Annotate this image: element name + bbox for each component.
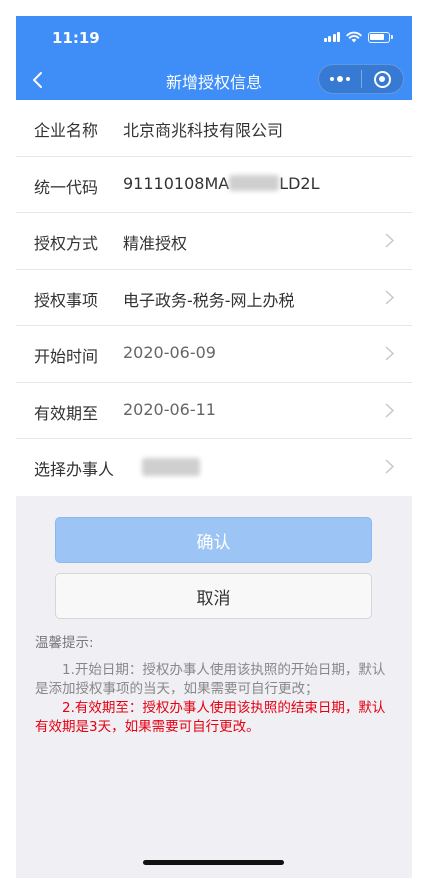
home-indicator bbox=[143, 860, 284, 865]
cancel-button[interactable]: 取消 bbox=[55, 573, 372, 619]
row-auth-method[interactable]: 授权方式 精准授权 bbox=[16, 213, 412, 270]
target-circle-icon bbox=[373, 70, 391, 88]
tip-expiry-date: 2.有效期至：授权办事人使用该执照的结束日期，默认有效期是3天，如果需要可自行更… bbox=[35, 700, 386, 735]
chevron-right-icon bbox=[385, 346, 394, 361]
more-button[interactable] bbox=[319, 65, 361, 93]
phone-screen: 11:19 新增授权信息 企业名称 北京商兆科技有限公司 统一代码 911101… bbox=[16, 16, 412, 878]
chevron-left-icon bbox=[33, 72, 42, 88]
auth-matter-label: 授权事项 bbox=[34, 290, 99, 310]
row-company-name: 企业名称 北京商兆科技有限公司 bbox=[16, 100, 412, 157]
company-name-label: 企业名称 bbox=[34, 121, 99, 140]
authorization-form: 企业名称 北京商兆科技有限公司 统一代码 91110108MA LD2L 授权方式… bbox=[16, 100, 412, 496]
back-button[interactable] bbox=[26, 68, 50, 92]
start-date-label: 开始时间 bbox=[34, 347, 99, 366]
wifi-icon bbox=[346, 31, 362, 43]
credit-code-redaction bbox=[229, 174, 280, 191]
chevron-right-icon bbox=[385, 233, 394, 248]
auth-matter-value: 电子政务-税务-网上办税 bbox=[123, 290, 295, 310]
credit-code-prefix: 91110108MA bbox=[123, 173, 230, 193]
status-bar: 11:19 bbox=[16, 16, 412, 60]
row-select-agent[interactable]: 选择办事人 bbox=[16, 439, 412, 496]
chevron-right-icon bbox=[385, 403, 394, 417]
signal-icon bbox=[323, 32, 340, 42]
start-date-value: 2020-06-09 bbox=[123, 343, 216, 362]
chevron-right-icon bbox=[385, 290, 394, 304]
row-expiry-date[interactable]: 有效期至 2020-06-11 bbox=[16, 383, 412, 439]
credit-code-suffix: LD2L bbox=[279, 173, 320, 193]
confirm-button[interactable]: 确认 bbox=[55, 517, 372, 563]
battery-icon bbox=[368, 31, 393, 43]
select-agent-label: 选择办事人 bbox=[34, 460, 115, 479]
row-credit-code: 统一代码 91110108MA LD2L bbox=[16, 157, 412, 213]
tip-start-date: 1.开始日期：授权办事人使用该执照的开始日期，默认是添加授权事项的当天，如果需要… bbox=[35, 662, 386, 697]
credit-code-label: 统一代码 bbox=[34, 177, 99, 197]
company-name-value: 北京商兆科技有限公司 bbox=[123, 121, 284, 140]
credit-code-value: 91110108MA LD2L bbox=[123, 174, 320, 193]
select-agent-value bbox=[142, 456, 200, 476]
chevron-right-icon bbox=[385, 459, 394, 474]
auth-method-label: 授权方式 bbox=[34, 234, 99, 253]
agent-name-redaction bbox=[142, 457, 200, 476]
app-header: 11:19 新增授权信息 bbox=[16, 16, 412, 100]
close-miniprogram-button[interactable] bbox=[362, 65, 404, 93]
tips-title: 温馨提示: bbox=[35, 635, 94, 651]
status-icons bbox=[323, 30, 393, 44]
nav-bar: 新增授权信息 bbox=[16, 60, 412, 100]
row-start-date[interactable]: 开始时间 2020-06-09 bbox=[16, 326, 412, 383]
more-dots-icon bbox=[329, 76, 350, 82]
row-auth-matter[interactable]: 授权事项 电子政务-税务-网上办税 bbox=[16, 270, 412, 326]
auth-method-value: 精准授权 bbox=[123, 234, 188, 253]
miniprogram-capsule bbox=[318, 64, 404, 94]
expiry-date-label: 有效期至 bbox=[34, 403, 99, 423]
tips-section: 温馨提示: 1.开始日期：授权办事人使用该执照的开始日期，默认是添加授权事项的当… bbox=[35, 634, 395, 737]
expiry-date-value: 2020-06-11 bbox=[123, 399, 216, 419]
status-time: 11:19 bbox=[52, 29, 100, 47]
